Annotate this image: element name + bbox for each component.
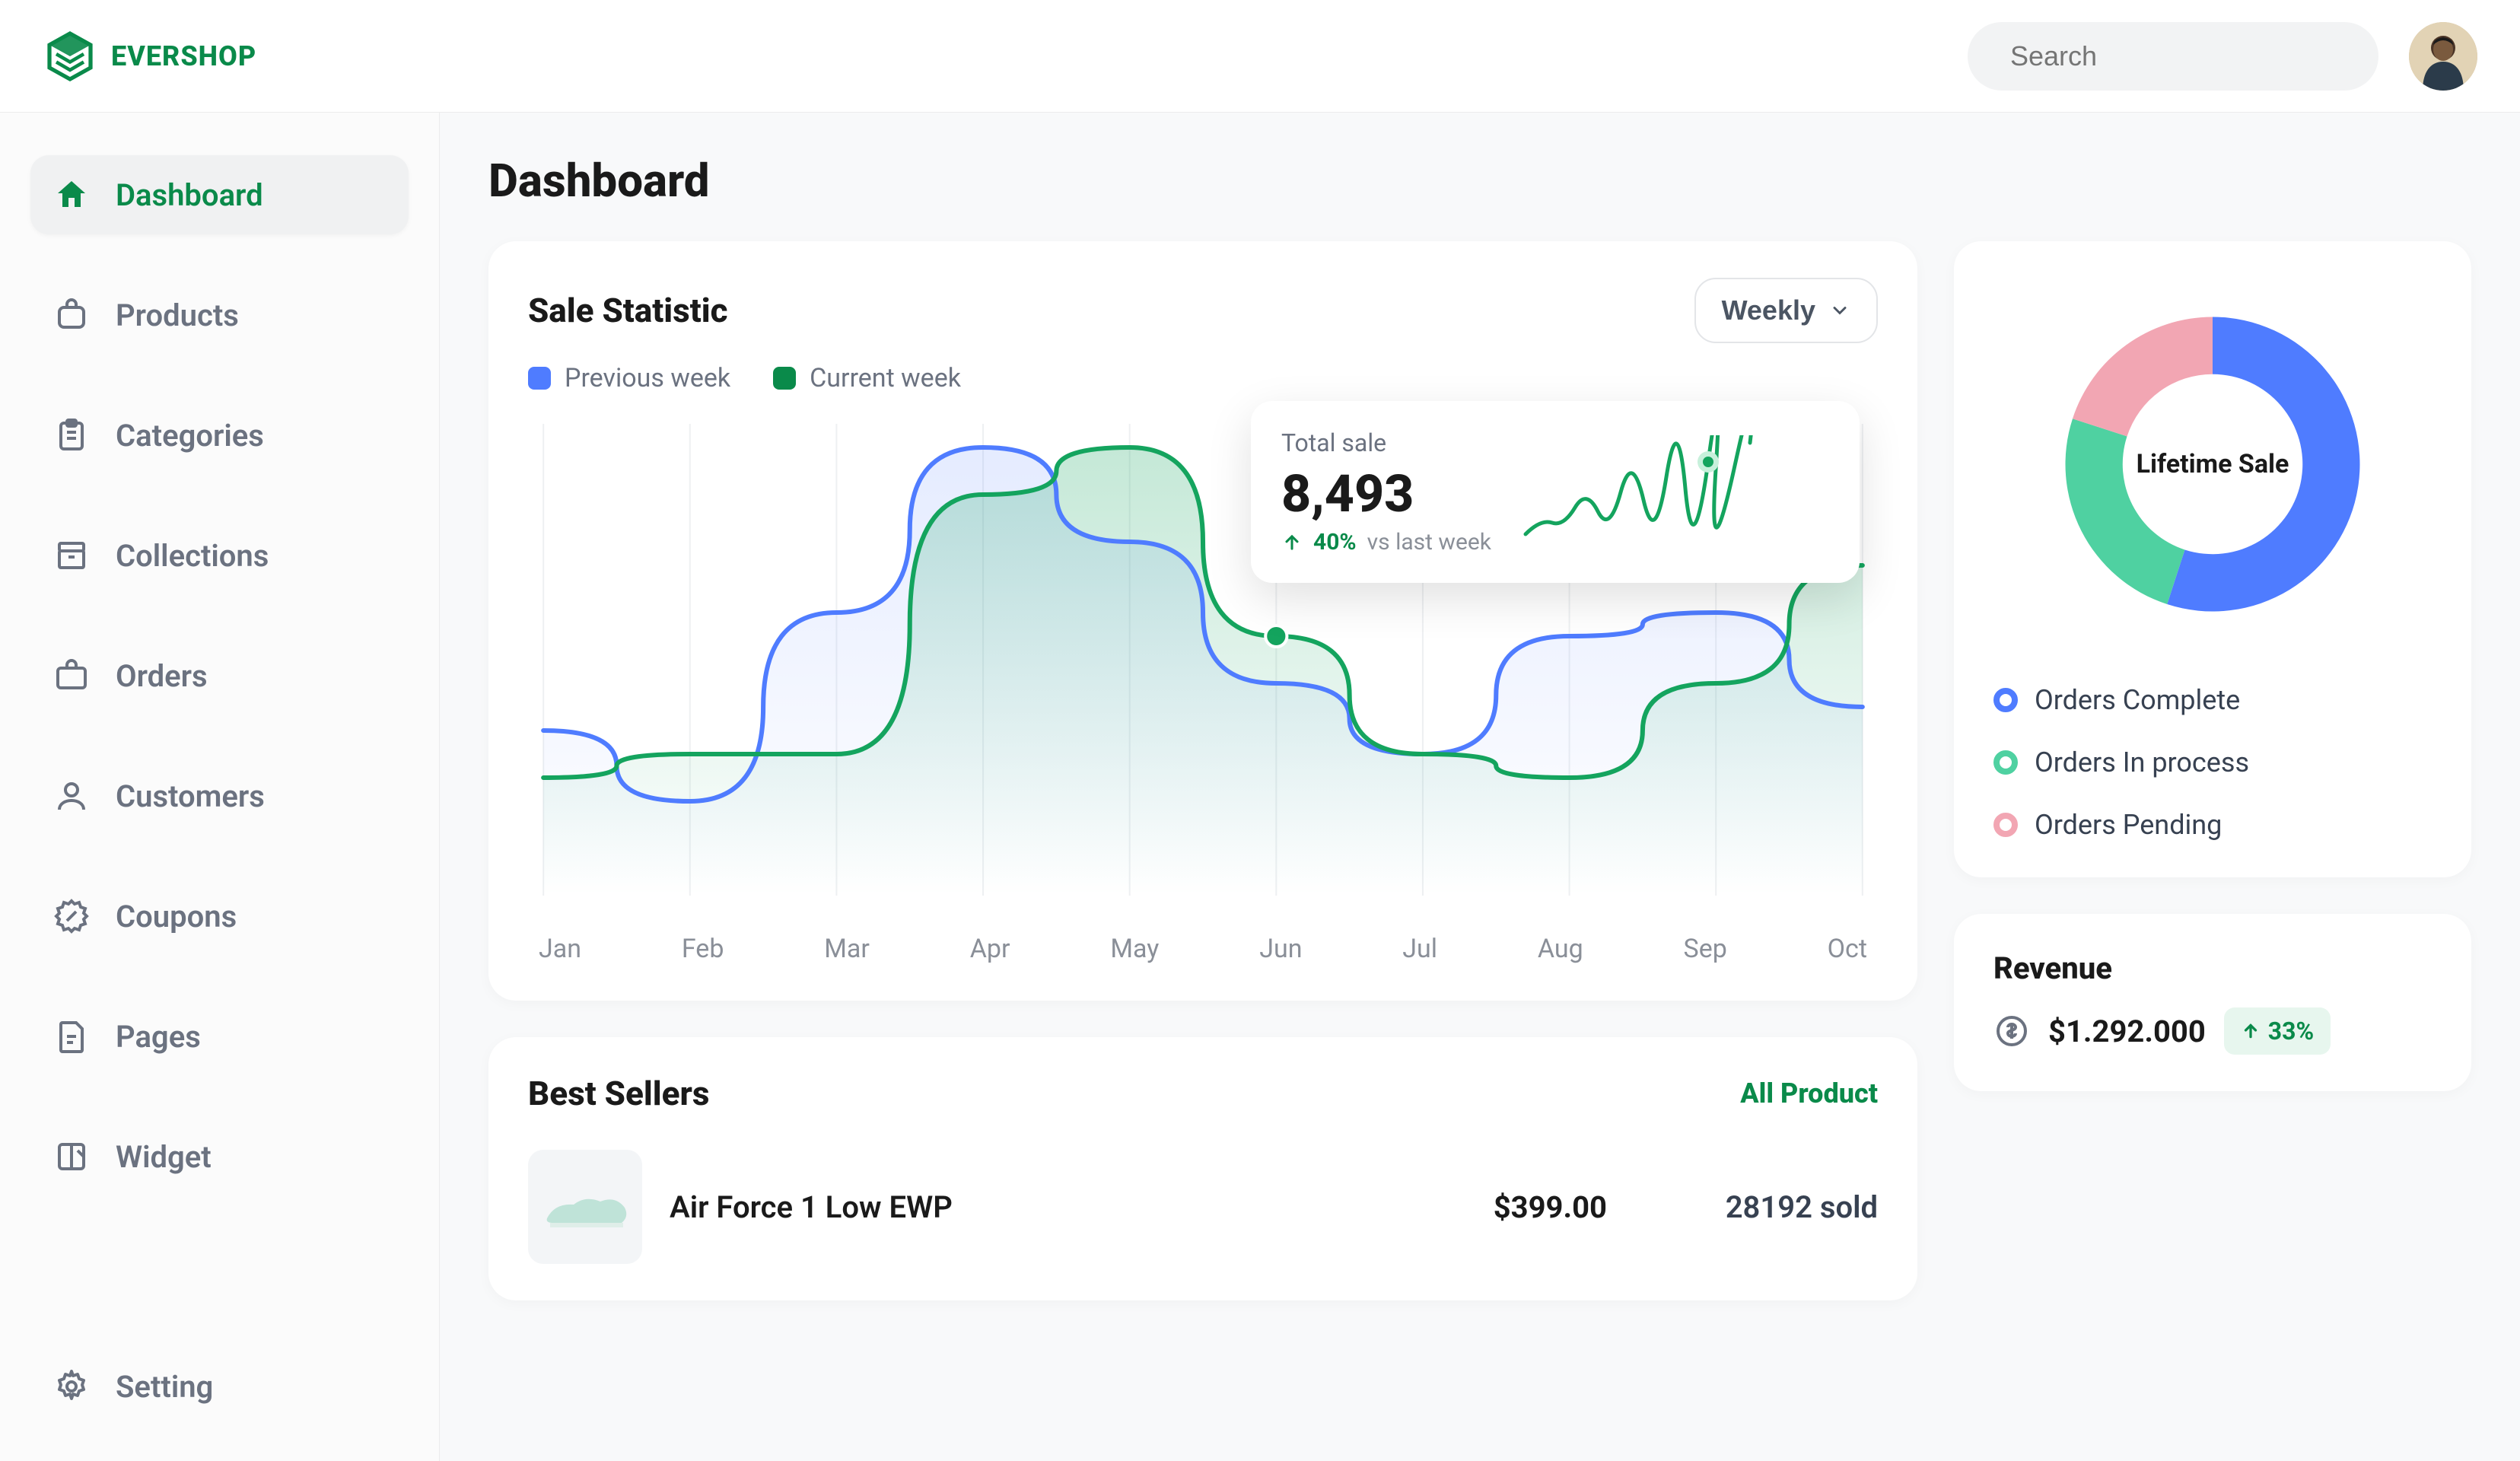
sidebar-item-label: Pages [116,1019,201,1055]
period-label: Weekly [1722,294,1815,326]
donut-legend-item: Orders Complete [1993,684,2432,716]
sidebar-item-label: Categories [116,418,264,454]
sidebar-item-collections[interactable]: Collections [30,516,409,595]
seller-row[interactable]: Air Force 1 Low EWP $399.00 28192 sold [528,1150,1878,1264]
logo-icon [43,29,97,84]
chart-legend: Previous week Current week [528,363,1878,393]
tooltip-delta: 40% vs last week [1281,529,1491,555]
lifetime-sale-card: Lifetime Sale Orders Complete Orders In p… [1954,241,2471,877]
product-price: $399.00 [1394,1189,1607,1225]
sale-statistic-card: Sale Statistic Weekly Previous week Curr… [488,241,1917,1001]
best-sellers-card: Best Sellers All Product Air Force 1 Low… [488,1037,1917,1300]
sidebar-item-categories[interactable]: Categories [30,396,409,475]
donut-chart: Lifetime Sale [2049,301,2376,628]
archive-icon [53,537,90,574]
legend-prev: Previous week [528,363,730,393]
sparkline [1522,435,1758,549]
widget-icon [53,1138,90,1175]
x-tick: Apr [970,934,1010,964]
revenue-delta-badge: 33% [2224,1007,2331,1055]
sidebar-item-widget[interactable]: Widget [30,1117,409,1196]
sidebar-item-dashboard[interactable]: Dashboard [30,155,409,234]
sidebar-item-label: Collections [116,538,269,574]
arrow-up-icon [1281,532,1303,553]
sidebar-item-pages[interactable]: Pages [30,997,409,1076]
briefcase-icon [53,657,90,694]
tooltip-value: 8,493 [1281,463,1491,524]
x-tick: May [1110,934,1159,964]
coupon-icon [53,898,90,934]
card-title: Sale Statistic [528,291,728,330]
x-tick: Mar [824,934,870,964]
period-select[interactable]: Weekly [1694,278,1878,343]
card-title: Revenue [1993,950,2432,986]
donut-legend-item: Orders Pending [1993,809,2432,841]
sidebar-item-setting[interactable]: Setting [30,1347,409,1426]
sidebar-item-label: Customers [116,778,265,814]
x-tick: Sep [1684,934,1727,964]
x-tick: Jul [1402,934,1437,964]
sidebar-item-orders[interactable]: Orders [30,636,409,715]
main: Dashboard Sale Statistic Weekly Previous… [440,113,2520,1461]
sidebar-item-label: Products [116,298,239,333]
revenue-card: Revenue $1.292.000 33% [1954,914,2471,1091]
sidebar-item-label: Widget [116,1139,212,1175]
sidebar-item-customers[interactable]: Customers [30,756,409,836]
bag-icon [53,297,90,333]
chevron-down-icon [1829,300,1850,321]
sidebar-item-label: Setting [116,1369,213,1405]
x-tick: Jun [1259,934,1302,964]
sidebar-item-coupons[interactable]: Coupons [30,877,409,956]
topbar: EVERSHOP [0,0,2520,113]
dollar-icon [1993,1013,2030,1049]
sidebar-item-label: Coupons [116,899,237,934]
donut-legend-item: Orders In process [1993,746,2432,778]
user-icon [53,778,90,814]
x-axis: Jan Feb Mar Apr May Jun Jul Aug Sep Oct [528,934,1878,964]
x-tick: Jan [539,934,581,964]
card-title: Best Sellers [528,1074,709,1113]
product-sold: 28192 sold [1634,1189,1878,1225]
sidebar-item-label: Orders [116,658,208,694]
all-product-link[interactable]: All Product [1740,1077,1878,1109]
sidebar: Dashboard Products Categories Collection… [0,113,440,1461]
revenue-value: $1.292.000 [2048,1014,2206,1049]
search-input[interactable] [2010,40,2364,72]
page-title: Dashboard [488,154,2471,208]
clipboard-icon [53,417,90,454]
legend-curr: Current week [773,363,961,393]
file-icon [53,1018,90,1055]
gear-icon [53,1368,90,1405]
logo[interactable]: EVERSHOP [43,29,256,84]
sidebar-item-label: Dashboard [116,177,263,213]
x-tick: Oct [1828,934,1867,964]
chart-tooltip: Total sale 8,493 40% vs last week [1251,401,1860,583]
donut-legend: Orders Complete Orders In process Orders P… [1993,684,2432,841]
x-tick: Aug [1538,934,1583,964]
product-name: Air Force 1 Low EWP [670,1189,1367,1225]
x-tick: Feb [682,934,724,964]
arrow-up-icon [2241,1021,2261,1041]
product-thumb [528,1150,642,1264]
tooltip-label: Total sale [1281,428,1491,457]
avatar[interactable] [2409,22,2477,91]
home-icon [53,177,90,213]
donut-center-label: Lifetime Sale [2049,301,2376,628]
search-box[interactable] [1968,22,2378,91]
logo-text: EVERSHOP [111,40,256,72]
sidebar-item-products[interactable]: Products [30,275,409,355]
